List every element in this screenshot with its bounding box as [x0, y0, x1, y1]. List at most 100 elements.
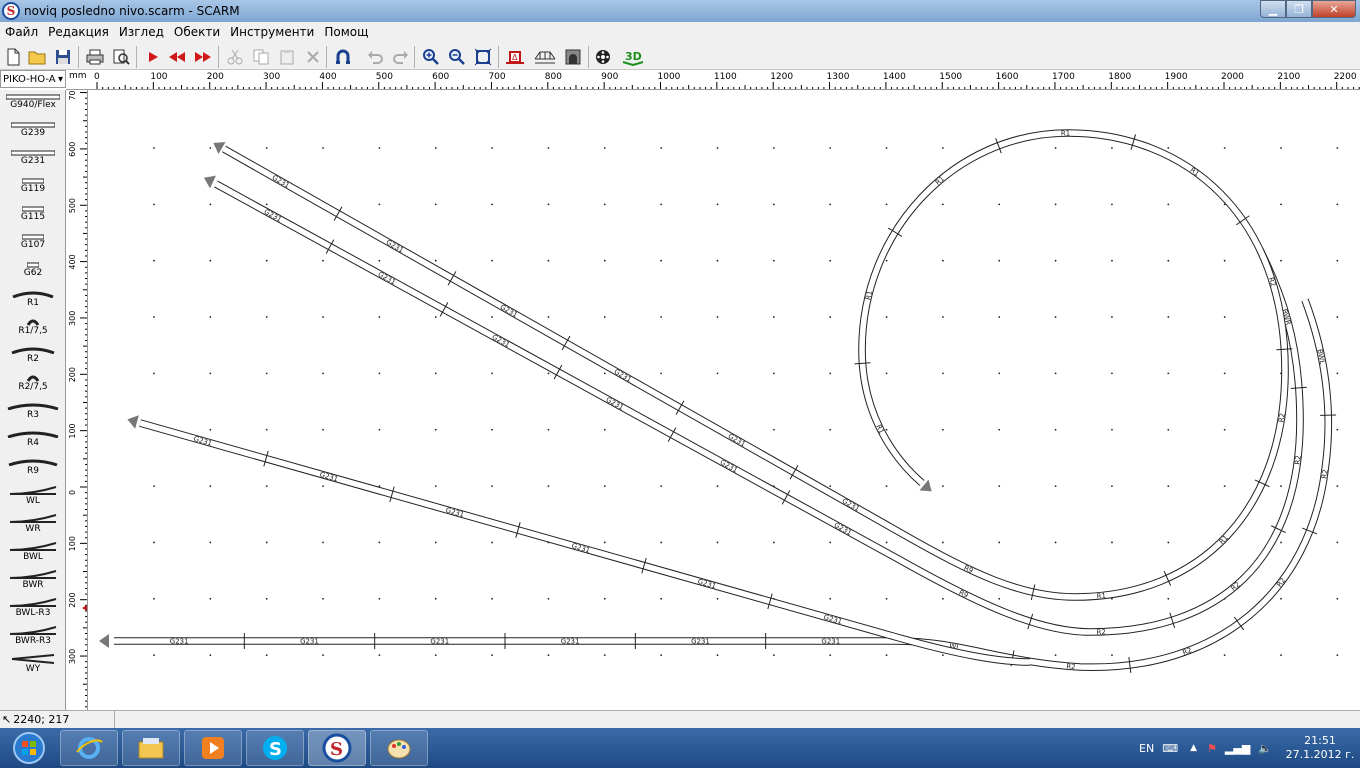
save-icon[interactable]	[52, 46, 74, 68]
menu-objects[interactable]: Обекти	[169, 25, 225, 39]
palette-item-label: BWL-R3	[15, 608, 51, 618]
redo-icon[interactable]	[390, 46, 412, 68]
rotate-magnet-icon[interactable]	[332, 46, 354, 68]
taskbar-scarm-icon[interactable]: S	[308, 730, 366, 766]
scarm-app-icon[interactable]: S	[2, 2, 20, 20]
track-label: G231	[385, 238, 405, 254]
ruler-y-label: 600	[68, 142, 77, 157]
track-height-icon[interactable]: Δ	[504, 46, 526, 68]
palette-item[interactable]: G107	[0, 232, 65, 260]
palette-item[interactable]: R3	[0, 400, 65, 428]
open-folder-icon[interactable]	[26, 46, 48, 68]
palette-item[interactable]: G115	[0, 204, 65, 232]
tunnel-icon[interactable]	[562, 46, 584, 68]
new-file-icon[interactable]	[2, 46, 24, 68]
horizontal-ruler: 0 100 200 300 400 500 600 700 800 900 1000 1100 1200…	[66, 70, 1360, 90]
palette-item[interactable]: G231	[0, 148, 65, 176]
palette-item[interactable]: BWL-R3	[0, 596, 65, 624]
clock-date: 27.1.2012 г.	[1285, 748, 1355, 761]
taskbar-skype-icon[interactable]: S	[246, 730, 304, 766]
palette-item[interactable]: R1	[0, 288, 65, 316]
ruler-x-label: 2100	[1277, 72, 1300, 82]
palette-item[interactable]: WY	[0, 652, 65, 680]
menu-file[interactable]: Файл	[0, 25, 43, 39]
track-label: G231	[445, 506, 465, 519]
bridge-icon[interactable]	[534, 46, 556, 68]
minimize-button[interactable]: ▁	[1260, 0, 1286, 18]
language-indicator[interactable]: EN	[1139, 742, 1154, 755]
palette-item[interactable]: R9	[0, 456, 65, 484]
taskbar-ie-icon[interactable]	[60, 730, 118, 766]
library-select-value: PIKO-HO-A	[3, 73, 56, 85]
play-forward-icon[interactable]	[142, 46, 164, 68]
palette-item[interactable]: G940/Flex	[0, 92, 65, 120]
ruler-y-label: 300	[68, 649, 77, 664]
taskbar-explorer-icon[interactable]	[122, 730, 180, 766]
library-select[interactable]: PIKO-HO-A ▾	[0, 70, 66, 88]
track-label: G231	[561, 638, 580, 646]
palette-item[interactable]: R2	[0, 344, 65, 372]
ruler-x-label: 1100	[714, 72, 737, 82]
zoom-fit-icon[interactable]	[472, 46, 494, 68]
paste-icon[interactable]	[276, 46, 298, 68]
network-icon[interactable]: ▂▄▆	[1225, 742, 1250, 755]
cut-icon[interactable]	[224, 46, 246, 68]
track-top-loop[interactable]	[222, 129, 1289, 601]
track-bottom[interactable]	[114, 298, 1333, 671]
menu-edit[interactable]: Редакция	[43, 25, 114, 39]
vertical-ruler: 700 600 500 400 300 200 100 0 100 200 300	[66, 90, 88, 710]
zoom-out-icon[interactable]	[446, 46, 468, 68]
rewind-icon[interactable]	[166, 46, 188, 68]
palette-item[interactable]: R1/7,5	[0, 316, 65, 344]
ruler-x-label: 0	[94, 72, 100, 82]
zoom-in-icon[interactable]	[420, 46, 442, 68]
cursor-icon: ↖	[2, 713, 12, 726]
track-label: R1	[1096, 592, 1106, 601]
palette-item[interactable]: G239	[0, 120, 65, 148]
ruler-y-label: 300	[68, 311, 77, 326]
track-label: G231	[430, 638, 449, 646]
track-end-arrow[interactable]	[99, 634, 109, 648]
taskbar-paint-icon[interactable]	[370, 730, 428, 766]
layout-canvas[interactable]: G231 G231 G231 G231 G231 G231 WL R2 R2 R2 R2 BWL G23…	[88, 90, 1360, 710]
close-button[interactable]: ✕	[1312, 0, 1356, 18]
palette-item-label: G239	[20, 128, 46, 138]
maximize-button[interactable]: ❐	[1286, 0, 1312, 18]
palette-item[interactable]: R2/7,5	[0, 372, 65, 400]
action-center-icon[interactable]: ⚑	[1207, 742, 1217, 755]
palette-item[interactable]: BWR-R3	[0, 624, 65, 652]
track-end-arrow[interactable]	[203, 175, 216, 189]
palette-item[interactable]: BWL	[0, 540, 65, 568]
track-middle-diagonal[interactable]	[214, 180, 1304, 636]
clock[interactable]: 21:51 27.1.2012 г.	[1280, 734, 1360, 762]
palette-item[interactable]: WR	[0, 512, 65, 540]
ruler-unit: mm	[69, 71, 87, 81]
print-preview-icon[interactable]	[110, 46, 132, 68]
start-button[interactable]	[2, 729, 56, 767]
volume-icon[interactable]: 🔈	[1258, 742, 1272, 755]
show-hidden-icons-icon[interactable]: ▲	[1190, 743, 1197, 753]
fast-forward-icon[interactable]	[192, 46, 214, 68]
palette-item[interactable]: BWR	[0, 568, 65, 596]
palette-item[interactable]: G119	[0, 176, 65, 204]
3d-view-icon[interactable]: 3D	[622, 46, 644, 68]
palette-item[interactable]: G62	[0, 260, 65, 288]
film-reel-icon[interactable]	[592, 46, 614, 68]
track-end-arrow[interactable]	[127, 415, 139, 429]
delete-icon[interactable]	[302, 46, 324, 68]
palette-item[interactable]: R4	[0, 428, 65, 456]
palette-item[interactable]: WL	[0, 484, 65, 512]
keyboard-icon[interactable]: ⌨	[1162, 742, 1178, 755]
track-label: G231	[821, 638, 840, 646]
ruler-y-label: 100	[68, 536, 77, 551]
print-icon[interactable]	[84, 46, 106, 68]
copy-icon[interactable]	[250, 46, 272, 68]
ruler-x-label: 1500	[939, 72, 962, 82]
menu-tools[interactable]: Инструменти	[225, 25, 319, 39]
ruler-y-label: 200	[68, 592, 77, 607]
undo-icon[interactable]	[364, 46, 386, 68]
ruler-x-label: 700	[488, 72, 505, 82]
menu-view[interactable]: Изглед	[114, 25, 169, 39]
taskbar-media-player-icon[interactable]	[184, 730, 242, 766]
menu-help[interactable]: Помощ	[319, 25, 373, 39]
